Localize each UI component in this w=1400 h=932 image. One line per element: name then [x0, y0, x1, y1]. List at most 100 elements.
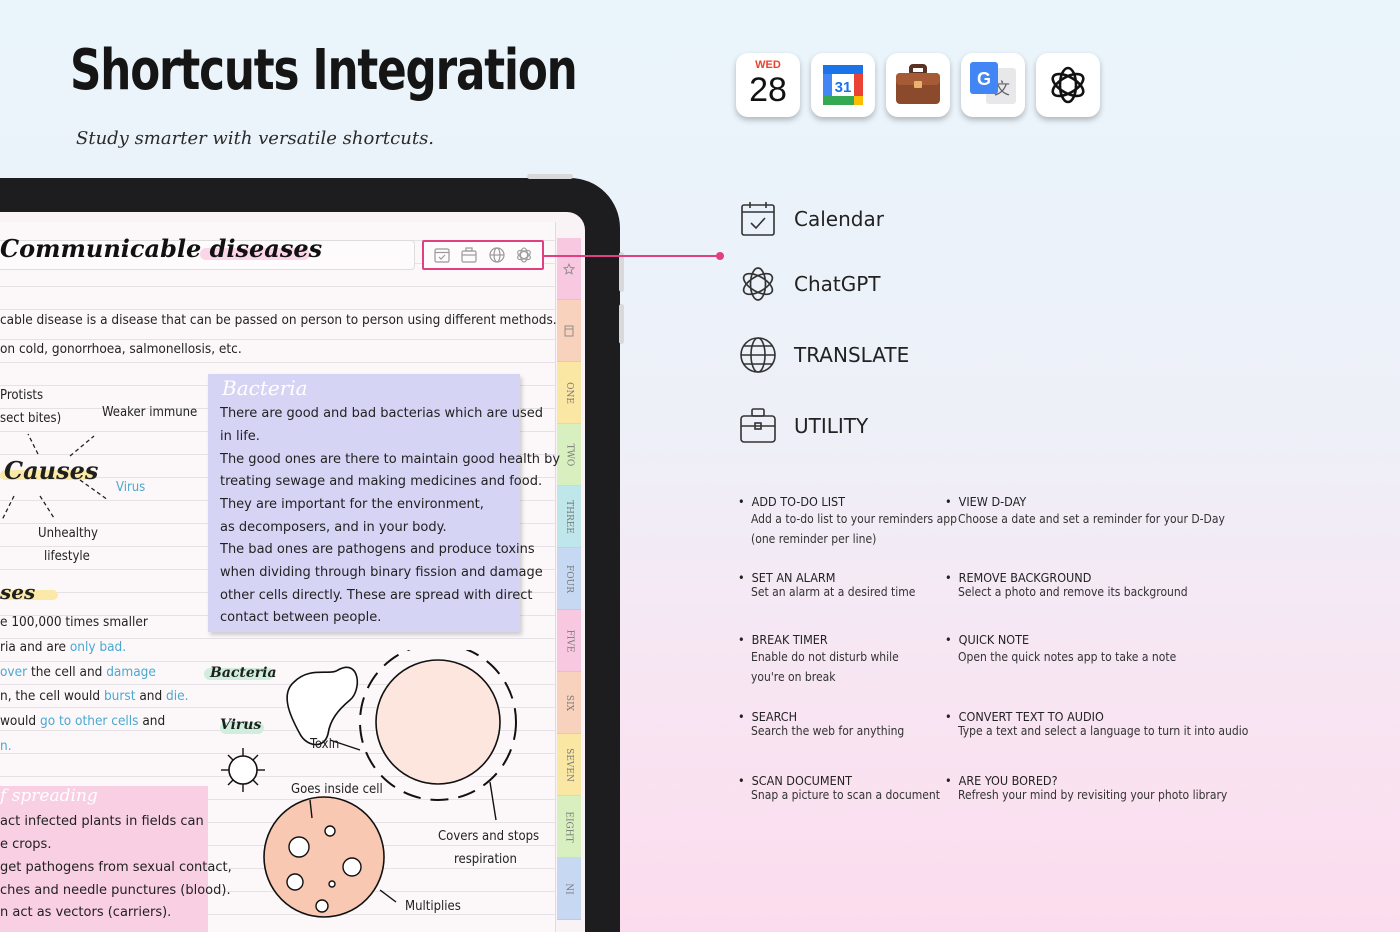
page-title: Shortcuts Integration: [70, 38, 578, 103]
diagram-label: Toxin: [310, 737, 340, 752]
shortcut-item: VIEW D-DAY Choose a date and set a remin…: [945, 494, 1225, 529]
globe-icon: [740, 337, 776, 373]
tab-label: EIGHT: [564, 810, 575, 843]
sticky-line: There are good and bad bacterias which a…: [220, 406, 543, 421]
shortcut-desc: (one reminder per line): [751, 532, 877, 546]
shortcut-desc: Search the web for anything: [751, 724, 905, 738]
shortcut-desc: Snap a picture to scan a document: [751, 788, 940, 802]
tab-nine[interactable]: NI: [557, 858, 581, 920]
note-line: cable disease is a disease that can be p…: [0, 312, 557, 328]
shortcut-desc: Open the quick notes app to take a note: [958, 650, 1177, 664]
app-icon-row: WED 28 31 文 G: [736, 53, 1100, 117]
feature-label: TRANSLATE: [794, 343, 910, 367]
google-calendar-icon[interactable]: 31: [811, 53, 875, 117]
mindmap-arrows: [1, 433, 109, 521]
sticky-line: in life.: [220, 429, 260, 444]
tab-calendar[interactable]: [557, 300, 581, 362]
sticky-line: when dividing through binary fission and…: [220, 565, 543, 580]
shortcut-title: QUICK NOTE: [945, 632, 1155, 647]
shortcut-title: ARE YOU BORED?: [945, 773, 1155, 788]
sticky-line: get pathogens from sexual contact,: [0, 860, 232, 875]
sticky-line: act infected plants in fields can: [0, 814, 204, 829]
sticky-line: as decomposers, and in your body.: [220, 520, 447, 535]
note-line: n.: [0, 738, 12, 754]
diagram-label: respiration: [454, 852, 517, 867]
tab-eight[interactable]: EIGHT: [557, 796, 581, 858]
tablet-volume-up: [619, 252, 624, 292]
page-subtitle: Study smarter with versatile shortcuts.: [76, 128, 435, 149]
tablet-volume-down: [619, 304, 624, 344]
shortcut-desc: Enable do not disturb while: [751, 650, 899, 664]
note-line: would go to other cells and: [0, 713, 166, 729]
note-line: on cold, gonorrhoea, salmonellosis, etc.: [0, 341, 242, 357]
tab-five[interactable]: FIVE: [557, 610, 581, 672]
google-translate-icon[interactable]: 文 G: [961, 53, 1025, 117]
shortcut-item: ADD TO-DO LIST Add a to-do list to your …: [738, 494, 957, 549]
shortcut-item: QUICK NOTE Open the quick notes app to t…: [945, 632, 1177, 667]
feature-label: ChatGPT: [794, 272, 881, 296]
briefcase-toolbar-icon[interactable]: [460, 246, 478, 264]
tab-three[interactable]: THREE: [557, 486, 581, 548]
shortcut-desc: Set an alarm at a desired time: [751, 585, 916, 599]
tab-label: NI: [564, 882, 574, 895]
connector-line: [544, 255, 720, 257]
chatgpt-app-icon[interactable]: [1036, 53, 1100, 117]
feature-calendar: Calendar: [738, 199, 884, 239]
shortcut-desc: Refresh your mind by revisiting your pho…: [958, 788, 1228, 802]
shortcut-item: BREAK TIMER Enable do not disturb while …: [738, 632, 948, 687]
calendar-small-icon: [564, 325, 574, 336]
notebook-tabs: ONE TWO THREE FOUR FIVE SIX SEVEN EIGHT …: [557, 238, 581, 920]
tab-label: SEVEN: [564, 747, 574, 782]
shortcut-title: SET AN ALARM: [738, 570, 948, 585]
feature-label: Calendar: [794, 207, 884, 231]
mindmap-node: Virus: [116, 480, 146, 495]
calendar-icon: [741, 202, 775, 236]
shortcut-toolbar: [422, 240, 544, 270]
shortcut-title: REMOVE BACKGROUND: [945, 570, 1155, 585]
shortcut-title: ADD TO-DO LIST: [738, 494, 948, 509]
tab-one[interactable]: ONE: [557, 362, 581, 424]
shortcut-desc: Type a text and select a language to tur…: [958, 724, 1249, 738]
tab-two[interactable]: TWO: [557, 424, 581, 486]
bacteria-sticky-note: Bacteria There are good and bad bacteria…: [208, 374, 560, 632]
calendar-app-icon[interactable]: WED 28: [736, 53, 800, 117]
calendar-date-label: 28: [749, 71, 787, 109]
tab-star[interactable]: [557, 238, 581, 300]
globe-toolbar-icon[interactable]: [488, 246, 506, 264]
shortcut-desc: Choose a date and set a reminder for you…: [958, 512, 1225, 526]
shortcut-desc: Select a photo and remove its background: [958, 585, 1188, 599]
mindmap-node: Weaker immune: [102, 405, 198, 420]
note-line: ria and are only bad.: [0, 639, 127, 655]
shortcut-title: SCAN DOCUMENT: [738, 773, 948, 788]
sticky-line: n act as vectors (carriers).: [0, 905, 172, 920]
shortcut-item: ARE YOU BORED? Refresh your mind by revi…: [945, 773, 1228, 803]
section-heading: ses: [0, 580, 36, 604]
sticky-line: The good ones are there to maintain good…: [220, 452, 561, 467]
tab-label: ONE: [563, 381, 574, 404]
chatgpt-toolbar-icon[interactable]: [515, 246, 533, 264]
sticky-title: f spreading: [0, 786, 98, 806]
calendar-day-label: WED: [755, 59, 781, 71]
sticky-line: treating sewage and making medicines and…: [220, 474, 543, 489]
shortcut-title: SEARCH: [738, 709, 948, 724]
mindmap-node: lifestyle: [44, 549, 90, 564]
feature-label: UTILITY: [794, 414, 869, 438]
tab-seven[interactable]: SEVEN: [557, 734, 581, 796]
tab-four[interactable]: FOUR: [557, 548, 581, 610]
tab-label: SIX: [563, 694, 574, 711]
diagram-label: Covers and stops: [438, 829, 540, 844]
sticky-line: other cells directly. These are spread w…: [220, 588, 533, 603]
notebook-page-title: Communicable diseases: [0, 234, 323, 263]
gcal-date-text: 31: [835, 79, 852, 96]
diagram-label: Multiplies: [405, 899, 461, 914]
calendar-check-icon[interactable]: [433, 246, 451, 264]
sticky-line: The bad ones are pathogens and produce t…: [220, 542, 535, 557]
tab-label: FIVE: [564, 629, 574, 652]
shortcut-desc: Add a to-do list to your reminders app: [751, 512, 957, 526]
briefcase-app-icon[interactable]: [886, 53, 950, 117]
tab-six[interactable]: SIX: [557, 672, 581, 734]
chatgpt-icon: [742, 267, 774, 301]
sticky-line: contact between people.: [220, 610, 382, 625]
sticky-title: Bacteria: [222, 376, 308, 400]
shortcut-item: SEARCH Search the web for anything: [738, 709, 948, 739]
